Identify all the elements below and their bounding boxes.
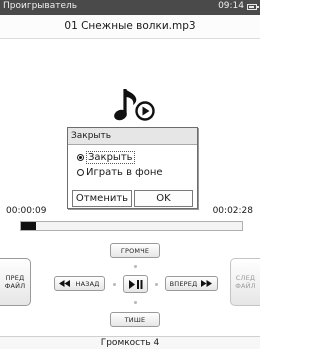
next-file-button[interactable]: СЛЕД ФАЙЛ: [230, 258, 260, 306]
elapsed-time: 00:00:09: [6, 206, 47, 216]
back-label: НАЗАД: [75, 279, 100, 288]
cancel-button[interactable]: Отменить: [72, 190, 132, 207]
forward-button[interactable]: ВПЕРЕД: [165, 276, 218, 291]
volume-down-button[interactable]: ТИШЕ: [110, 312, 160, 327]
prev-file-label-1: ПРЕД: [5, 273, 25, 282]
rewind-icon: [59, 280, 71, 287]
back-button[interactable]: НАЗАД: [54, 276, 105, 291]
prev-file-button[interactable]: ПРЕД ФАЙЛ: [0, 258, 31, 306]
option-play-background[interactable]: Играть в фоне: [77, 167, 163, 178]
music-note-play-icon: [114, 89, 155, 121]
separator-dot: [134, 301, 137, 304]
track-title: 01 Снежные волки.mp3: [0, 15, 260, 39]
option-close-label: Закрыть: [86, 151, 135, 164]
radio-selected-icon[interactable]: [77, 154, 84, 161]
progress-fill: [21, 222, 37, 230]
next-file-label-1: СЛЕД: [235, 273, 256, 282]
clock: 09:14: [218, 1, 244, 11]
app-title: Проигрыватель: [3, 1, 78, 11]
status-bar: Проигрыватель 09:14: [0, 0, 260, 15]
total-time: 00:02:28: [212, 206, 253, 216]
play-pause-icon: [128, 279, 142, 289]
radio-empty-icon[interactable]: [77, 169, 84, 176]
ok-button[interactable]: OK: [134, 190, 193, 207]
volume-up-button[interactable]: ГРОМЧЕ: [110, 243, 160, 258]
progress-bar[interactable]: [20, 221, 243, 231]
close-dialog: Закрыть Закрыть Играть в фоне Отменить O…: [67, 127, 198, 209]
separator-dot: [155, 283, 158, 286]
battery-icon: [247, 4, 259, 10]
next-file-label-2: ФАЙЛ: [235, 282, 256, 290]
forward-label: ВПЕРЕД: [169, 279, 198, 288]
separator-dot: [113, 283, 116, 286]
dialog-title: Закрыть: [68, 128, 197, 145]
fast-forward-icon: [201, 280, 213, 287]
volume-indicator: Громкость 4: [0, 336, 260, 349]
option-close[interactable]: Закрыть: [77, 151, 135, 164]
play-pause-button[interactable]: [123, 275, 148, 293]
separator-dot: [134, 265, 137, 268]
option-background-label: Играть в фоне: [86, 167, 163, 178]
prev-file-label-2: ФАЙЛ: [4, 282, 26, 290]
